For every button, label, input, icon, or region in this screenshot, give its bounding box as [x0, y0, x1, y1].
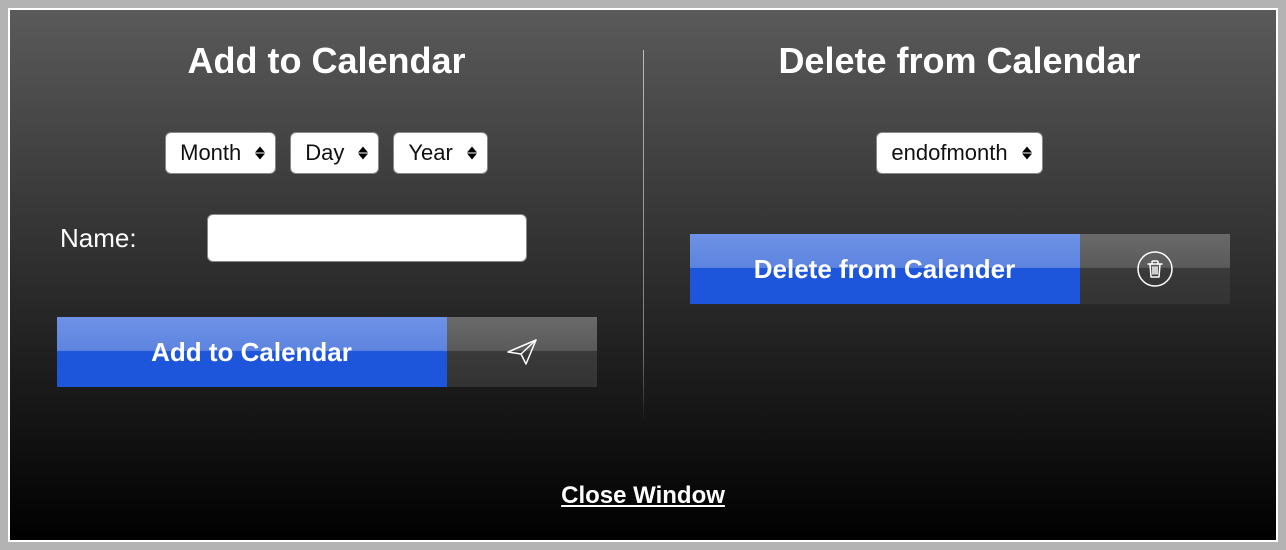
select-arrows-icon	[358, 147, 368, 160]
delete-title: Delete from Calendar	[778, 40, 1140, 82]
name-input[interactable]	[207, 214, 527, 262]
delete-button-label: Delete from Calender	[690, 234, 1080, 304]
trash-icon	[1080, 234, 1230, 304]
add-title: Add to Calendar	[187, 40, 465, 82]
send-icon	[447, 317, 597, 387]
month-select[interactable]: Month	[165, 132, 276, 174]
select-arrows-icon	[255, 147, 265, 160]
select-arrows-icon	[467, 147, 477, 160]
delete-item-select[interactable]: endofmonth	[876, 132, 1042, 174]
name-label: Name:	[60, 223, 137, 254]
select-arrows-icon	[1022, 147, 1032, 160]
add-date-selects: Month Day Year	[165, 132, 488, 174]
close-window-link[interactable]: Close Window	[561, 482, 725, 509]
delete-select-row: endofmonth	[876, 132, 1042, 174]
day-select[interactable]: Day	[290, 132, 379, 174]
add-to-calendar-button[interactable]: Add to Calendar	[57, 317, 597, 387]
panels-container: Add to Calendar Month Day Year Name:	[10, 10, 1276, 482]
year-select[interactable]: Year	[393, 132, 487, 174]
add-button-label: Add to Calendar	[57, 317, 447, 387]
day-select-label: Day	[305, 140, 344, 165]
delete-panel: Delete from Calendar endofmonth Delete f…	[643, 10, 1276, 482]
month-select-label: Month	[180, 140, 241, 165]
add-panel: Add to Calendar Month Day Year Name:	[10, 10, 643, 482]
name-row: Name:	[30, 214, 623, 262]
delete-select-value: endofmonth	[891, 140, 1007, 165]
calendar-modal: Add to Calendar Month Day Year Name:	[8, 8, 1278, 542]
year-select-label: Year	[408, 140, 452, 165]
close-row: Close Window	[10, 482, 1276, 540]
panel-divider	[643, 50, 644, 422]
delete-from-calendar-button[interactable]: Delete from Calender	[690, 234, 1230, 304]
